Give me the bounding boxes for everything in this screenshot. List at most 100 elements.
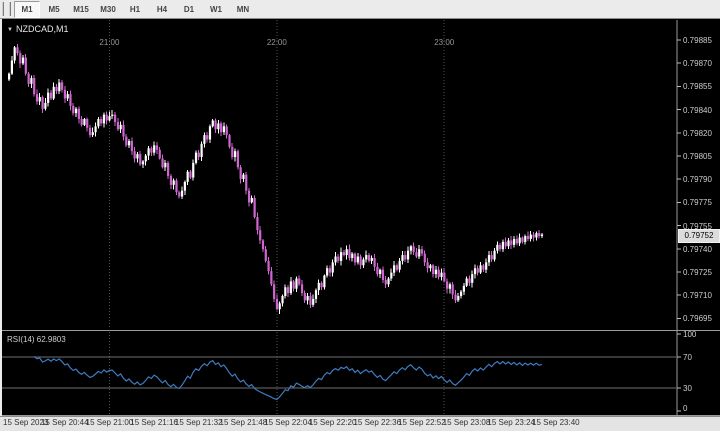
candle-body	[33, 78, 35, 94]
candle-body	[50, 93, 52, 99]
candle-body	[108, 116, 110, 120]
candle-body	[240, 167, 242, 179]
hour-label: 23:00	[424, 38, 464, 47]
candle-body	[284, 287, 286, 296]
candle-body	[220, 123, 222, 132]
candle-body	[228, 135, 230, 147]
candle-body	[148, 148, 150, 155]
candle-body	[485, 262, 487, 269]
candle-body	[516, 239, 518, 243]
candle-body	[505, 242, 507, 246]
candle-body	[53, 87, 55, 99]
candle-body	[538, 233, 540, 236]
rsi-axis-label: 70	[683, 353, 692, 362]
candle-body	[418, 249, 420, 256]
candle-body	[452, 284, 454, 294]
price-axis-label: 0.79725	[683, 268, 712, 277]
candle-body	[47, 93, 49, 103]
price-axis-label: 0.79695	[683, 314, 712, 323]
candle-body	[83, 119, 85, 125]
candle-body	[390, 273, 392, 279]
candle-body	[187, 172, 189, 182]
candle-body	[488, 255, 490, 262]
candle-body	[201, 144, 203, 157]
candle-body	[290, 281, 292, 293]
candle-body	[513, 239, 515, 245]
candle-body	[496, 245, 498, 251]
candle-body	[262, 240, 264, 249]
candle-body	[463, 286, 465, 292]
hour-label: 22:00	[257, 38, 297, 47]
candle-body	[14, 47, 16, 60]
candle-body	[527, 236, 529, 239]
candle-body	[460, 292, 462, 296]
candle-body	[114, 115, 116, 122]
candle-body	[320, 283, 322, 287]
candle-body	[117, 122, 119, 129]
candle-body	[72, 106, 74, 113]
candle-body	[81, 119, 83, 125]
candle-body	[131, 141, 133, 151]
candle-body	[524, 236, 526, 242]
candle-body	[440, 273, 442, 277]
candle-body	[304, 293, 306, 300]
candle-body	[309, 296, 311, 305]
time-axis-label: 15 Sep 23:40	[530, 418, 582, 427]
window-left-border	[0, 19, 2, 431]
candle-body	[454, 295, 456, 301]
candle-body	[502, 242, 504, 249]
candle-body	[446, 281, 448, 288]
candle-body	[89, 128, 91, 135]
candle-body	[457, 296, 459, 300]
candle-body	[295, 278, 297, 288]
candle-body	[351, 254, 353, 258]
price-axis-label: 0.79740	[683, 245, 712, 254]
candle-body	[482, 265, 484, 269]
candle-body	[164, 163, 166, 167]
candle-body	[293, 281, 295, 288]
candle-body	[167, 163, 169, 176]
candle-body	[125, 137, 127, 146]
candle-body	[421, 249, 423, 253]
candle-body	[217, 123, 219, 129]
candle-body	[203, 135, 205, 144]
candle-body	[267, 261, 269, 271]
candle-body	[315, 290, 317, 299]
candle-body	[382, 270, 384, 280]
rsi-axis-label: 0	[683, 404, 687, 413]
candle-body	[379, 270, 381, 274]
candle-body	[334, 257, 336, 263]
candle-body	[301, 284, 303, 293]
candle-body	[376, 267, 378, 274]
chevron-down-icon[interactable]: ▼	[7, 27, 13, 33]
candle-body	[30, 78, 32, 84]
candle-body	[254, 198, 256, 217]
chart-window: M1M5M15M30H1H4D1W1MN ▼NZDCAD,M1 RSI(14) …	[0, 0, 720, 431]
candle-body	[103, 115, 105, 124]
candle-body	[86, 119, 88, 128]
candle-body	[178, 192, 180, 196]
candle-body	[231, 147, 233, 157]
candle-body	[279, 303, 281, 309]
candle-body	[39, 97, 41, 101]
candle-body	[491, 255, 493, 259]
candle-body	[44, 103, 46, 109]
candle-body	[173, 180, 175, 184]
price-axis-label: 0.79840	[683, 106, 712, 115]
candle-body	[480, 265, 482, 272]
candle-body	[175, 180, 177, 192]
candle-body	[541, 235, 543, 236]
chart-plot-area[interactable]	[0, 0, 720, 431]
candle-body	[535, 233, 537, 237]
candle-body	[393, 265, 395, 272]
candle-body	[19, 53, 21, 63]
candle-body	[100, 119, 102, 123]
candle-body	[97, 119, 99, 126]
candle-body	[209, 126, 211, 139]
candle-body	[16, 47, 18, 53]
candle-body	[170, 176, 172, 185]
candle-body	[256, 217, 258, 230]
candle-body	[206, 135, 208, 139]
rsi-axis-label: 100	[683, 330, 696, 339]
candle-body	[150, 148, 152, 152]
